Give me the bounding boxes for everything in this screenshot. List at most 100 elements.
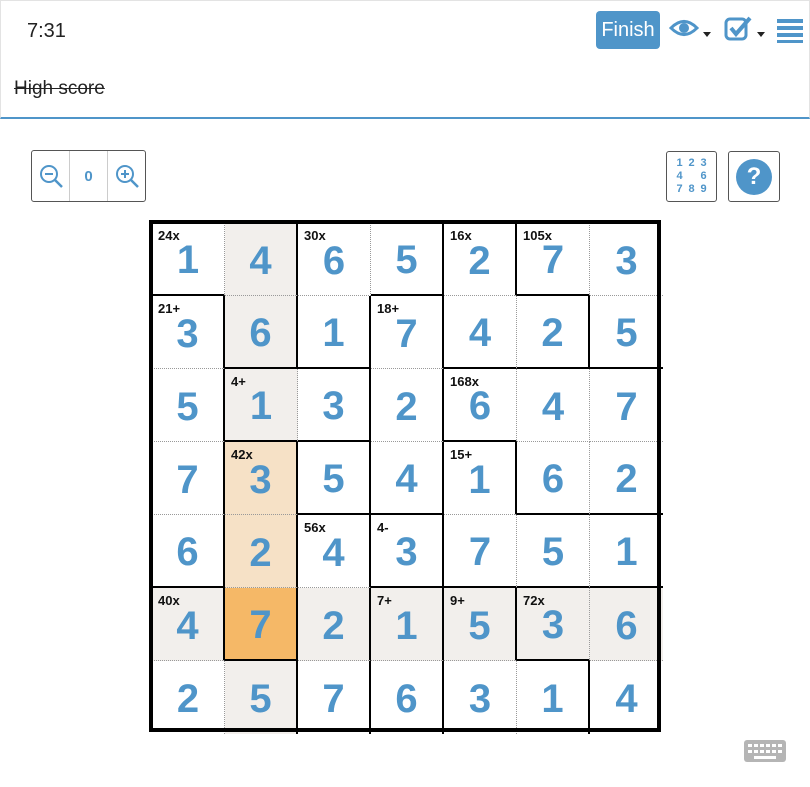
grid-cell[interactable]: 2 <box>371 369 444 442</box>
grid-cell[interactable]: 42x 3 <box>225 442 298 515</box>
cell-value: 1 <box>322 311 345 355</box>
grid-cell[interactable]: 6 <box>152 515 225 588</box>
grid-cell[interactable]: 4- 3 <box>371 515 444 588</box>
cell-value: 4 <box>249 238 272 283</box>
grid-cell[interactable]: 2 <box>298 588 371 661</box>
zoom-in-button[interactable] <box>107 151 145 201</box>
candidate-digit: 9 <box>700 183 707 195</box>
puzzle-grid: 24x 1 4 30x 6 5 16x 2 105x 7 3 21+ 3 6 1 18+ 7 4 2 5 5 4+ 1 3 2 1… <box>149 220 663 734</box>
cell-value: 3 <box>395 530 418 574</box>
cell-value: 6 <box>176 530 199 574</box>
grid-cell[interactable]: 21+ 3 <box>152 296 225 369</box>
cell-value: 4 <box>468 311 492 355</box>
grid-cell[interactable]: 18+ 7 <box>371 296 444 369</box>
grid-cell[interactable]: 4+ 1 <box>225 369 298 442</box>
candidate-digit: 8 <box>688 183 695 195</box>
grid-cell[interactable]: 5 <box>152 369 225 442</box>
grid-cell[interactable]: 2 <box>517 296 590 369</box>
grid-cell[interactable]: 3 <box>590 223 663 296</box>
cell-value: 7 <box>541 238 565 282</box>
grid-cell[interactable]: 72x 3 <box>517 588 590 661</box>
main-menu-button[interactable] <box>777 17 803 43</box>
grid-cell[interactable]: 4 <box>444 296 517 369</box>
candidate-digit: 4 <box>676 170 683 182</box>
grid-cell[interactable]: 6 <box>517 442 590 515</box>
finish-button[interactable]: Finish <box>596 11 660 49</box>
cell-value: 4 <box>541 384 565 429</box>
grid-cell[interactable]: 1 <box>590 515 663 588</box>
hamburger-menu-icon <box>777 19 803 43</box>
timer: 7:31 <box>27 20 66 42</box>
grid-cell[interactable]: 4 <box>517 369 590 442</box>
grid-cell[interactable]: 16x 2 <box>444 223 517 296</box>
cell-value: 2 <box>468 238 491 283</box>
grid-cell[interactable]: 2 <box>225 515 298 588</box>
grid-cell[interactable]: 105x 7 <box>517 223 590 296</box>
grid-cell[interactable]: 7 <box>298 661 371 734</box>
grid-cell[interactable]: 3 <box>298 369 371 442</box>
view-options-menu[interactable] <box>668 15 713 45</box>
grid-cell[interactable]: 7 <box>590 369 663 442</box>
chevron-down-icon <box>703 32 711 37</box>
grid-cell[interactable]: 3 <box>444 661 517 734</box>
cell-value: 2 <box>395 384 418 429</box>
grid-cell[interactable]: 5 <box>590 296 663 369</box>
cell-value: 6 <box>615 603 638 648</box>
cell-value: 1 <box>468 457 491 502</box>
cell-value: 2 <box>541 311 564 355</box>
grid-cell[interactable]: 24x 1 <box>152 223 225 296</box>
grid-cell[interactable]: 6 <box>590 588 663 661</box>
candidate-digit: 2 <box>688 157 695 169</box>
grid-cell[interactable]: 4 <box>590 661 663 734</box>
cell-value: 5 <box>395 238 418 282</box>
cell-value: 5 <box>176 384 199 429</box>
grid-cell[interactable]: 56x 4 <box>298 515 371 588</box>
keyboard-icon[interactable] <box>744 740 786 762</box>
grid-cell[interactable]: 2 <box>590 442 663 515</box>
grid-cell[interactable]: 4 <box>371 442 444 515</box>
cell-value: 1 <box>615 530 638 574</box>
grid-cell[interactable]: 4 <box>225 223 298 296</box>
grid-cell[interactable]: 5 <box>517 515 590 588</box>
cell-value: 7 <box>322 677 345 721</box>
cell-value: 5 <box>322 457 345 501</box>
candidate-digit: 3 <box>700 157 707 169</box>
grid-cell[interactable]: 7+ 1 <box>371 588 444 661</box>
cell-value: 4 <box>176 603 199 648</box>
zoom-level: 0 <box>84 167 93 185</box>
cell-value: 5 <box>468 603 491 648</box>
grid-cell[interactable]: 6 <box>371 661 444 734</box>
grid-cell[interactable]: 5 <box>298 442 371 515</box>
cell-value: 6 <box>249 311 272 355</box>
candidate-digit <box>686 170 698 183</box>
cell-value: 2 <box>176 677 200 721</box>
cell-value: 2 <box>322 603 345 648</box>
grid-cell[interactable]: 5 <box>371 223 444 296</box>
cell-value: 7 <box>249 603 272 647</box>
grid-cell[interactable]: 7 <box>152 442 225 515</box>
grid-cell[interactable]: 1 <box>298 296 371 369</box>
grid-cell[interactable]: 1 <box>517 661 590 734</box>
grid-cell[interactable]: 15+ 1 <box>444 442 517 515</box>
help-button[interactable]: ? <box>728 151 780 202</box>
question-icon: ? <box>736 158 772 195</box>
grid-cell[interactable]: 9+ 5 <box>444 588 517 661</box>
cell-value: 3 <box>322 384 345 428</box>
grid-cell[interactable]: 168x 6 <box>444 369 517 442</box>
grid-cell[interactable]: 30x 6 <box>298 223 371 296</box>
grid-cell[interactable]: 2 <box>152 661 225 734</box>
cell-value: 3 <box>468 677 492 721</box>
cell-value: 7 <box>395 311 418 356</box>
cell-value: 4 <box>395 457 418 501</box>
grid-cell[interactable]: 7 <box>444 515 517 588</box>
grid-cell[interactable]: 40x 4 <box>152 588 225 661</box>
grid-cell[interactable]: 5 <box>225 661 298 734</box>
cell-value: 3 <box>541 603 565 647</box>
check-options-menu[interactable] <box>723 15 767 45</box>
grid-cell[interactable]: 6 <box>225 296 298 369</box>
zoom-out-button[interactable] <box>32 151 69 201</box>
grid-cell[interactable]: 7 <box>225 588 298 661</box>
candidates-button[interactable]: 1 2 3 4 6 7 8 9 <box>666 151 717 202</box>
checkbox-check-icon <box>724 16 765 41</box>
cell-value: 2 <box>249 530 272 575</box>
